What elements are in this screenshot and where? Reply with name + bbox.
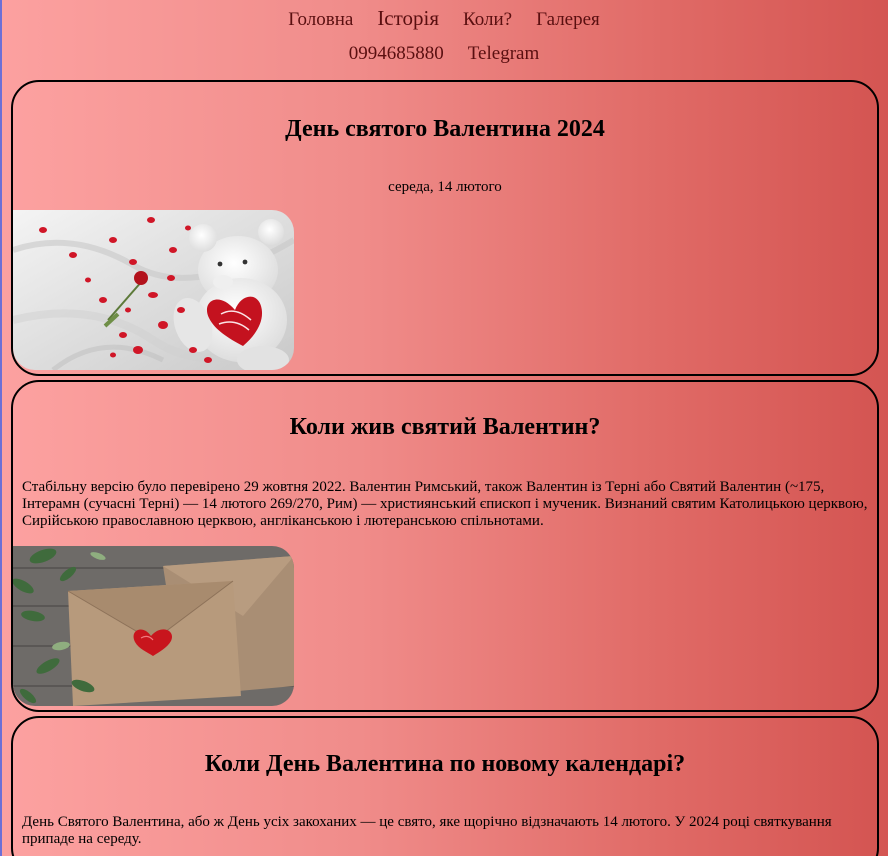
section-text: День Святого Валентина, або ж День усіх …	[22, 814, 832, 847]
nav-link-home[interactable]: Головна	[288, 9, 353, 31]
nav-link-telegram[interactable]: Telegram	[468, 43, 539, 65]
nav-link-history[interactable]: Історія	[377, 6, 439, 31]
section-when-valentine-lived: Коли жив святий Валентин? Стабільну верс…	[11, 380, 879, 712]
section-valentines-2024: День святого Валентина 2024 середа, 14 л…	[11, 80, 879, 376]
section-title: Коли жив святий Валентин?	[289, 414, 601, 440]
nav-row-contacts: 0994685880 Telegram	[0, 43, 888, 73]
section-title: Коли День Валентина по новому календарі?	[204, 751, 686, 777]
nav-link-phone[interactable]: 0994685880	[349, 43, 444, 65]
nav-link-gallery[interactable]: Галерея	[536, 9, 600, 31]
envelope-photo	[13, 546, 294, 706]
teddy-bear-photo	[13, 210, 294, 370]
section-new-calendar: Коли День Валентина по новому календарі?…	[11, 716, 879, 856]
section-text: Стабільну версію було перевірено 29 жовт…	[22, 479, 868, 529]
holiday-date: середа, 14 лютого	[388, 179, 502, 195]
window-left-edge	[0, 0, 2, 856]
top-navigation: Головна Історія Коли? Галерея 0994685880…	[0, 6, 888, 73]
nav-row-main: Головна Історія Коли? Галерея	[0, 6, 888, 36]
nav-link-when[interactable]: Коли?	[463, 9, 512, 31]
section-title: День святого Валентина 2024	[285, 116, 605, 142]
